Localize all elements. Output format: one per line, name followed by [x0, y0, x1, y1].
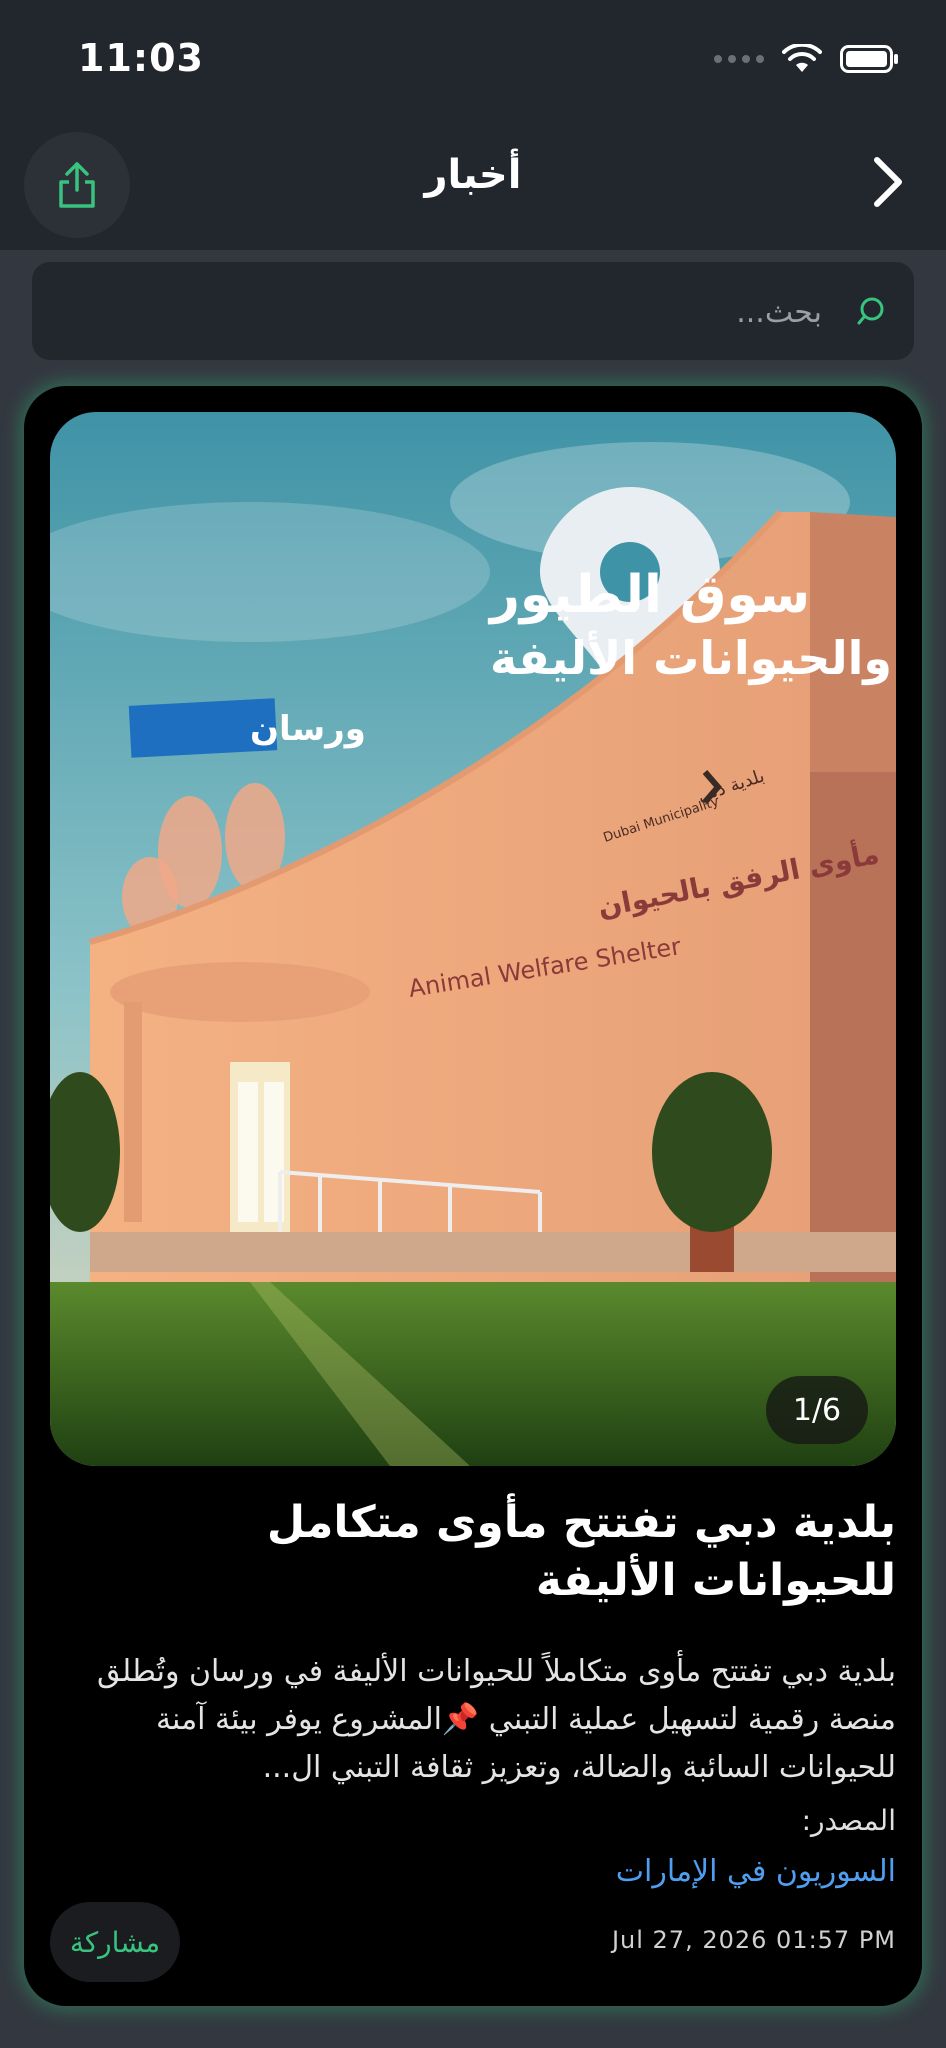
article-date: Jul 27, 2026 01:57 PM [611, 1926, 896, 1954]
search-input[interactable] [120, 284, 824, 340]
article-summary: بلدية دبي تفتتح مأوى متكاملاً للحيوانات … [97, 1654, 896, 1785]
article-image[interactable]: سوق الطيور والحيوانات الأليفة ورسان مأوى… [50, 412, 896, 1466]
search-bar [32, 262, 914, 360]
article-title[interactable]: بلدية دبي تفتتح مأوى متكامل للحيوانات ال… [50, 1494, 896, 1610]
battery-icon [840, 45, 898, 73]
status-time: 11:03 [78, 36, 204, 80]
chevron-right-icon [874, 157, 902, 207]
news-card[interactable]: سوق الطيور والحيوانات الأليفة ورسان مأوى… [24, 386, 922, 2006]
page-title: أخبار [424, 152, 522, 198]
search-icon [857, 297, 884, 325]
wifi-icon [782, 44, 822, 72]
image-heading-line2: والحيوانات الأليفة [490, 630, 892, 685]
share-button[interactable]: مشاركة [50, 1902, 180, 1982]
image-heading-line1: سوق الطيور [487, 565, 810, 625]
image-counter: 1/6 [766, 1376, 868, 1444]
image-badge: ورسان [250, 709, 366, 749]
signal-icon [714, 55, 764, 63]
shelter-photo: سوق الطيور والحيوانات الأليفة ورسان مأوى… [50, 412, 896, 1466]
back-button[interactable] [858, 150, 918, 214]
status-icons [714, 44, 900, 74]
status-bar: 11:03 [0, 0, 946, 120]
source-link[interactable]: السوريون في الإمارات [616, 1854, 896, 1889]
source-label: المصدر: [801, 1804, 896, 1837]
